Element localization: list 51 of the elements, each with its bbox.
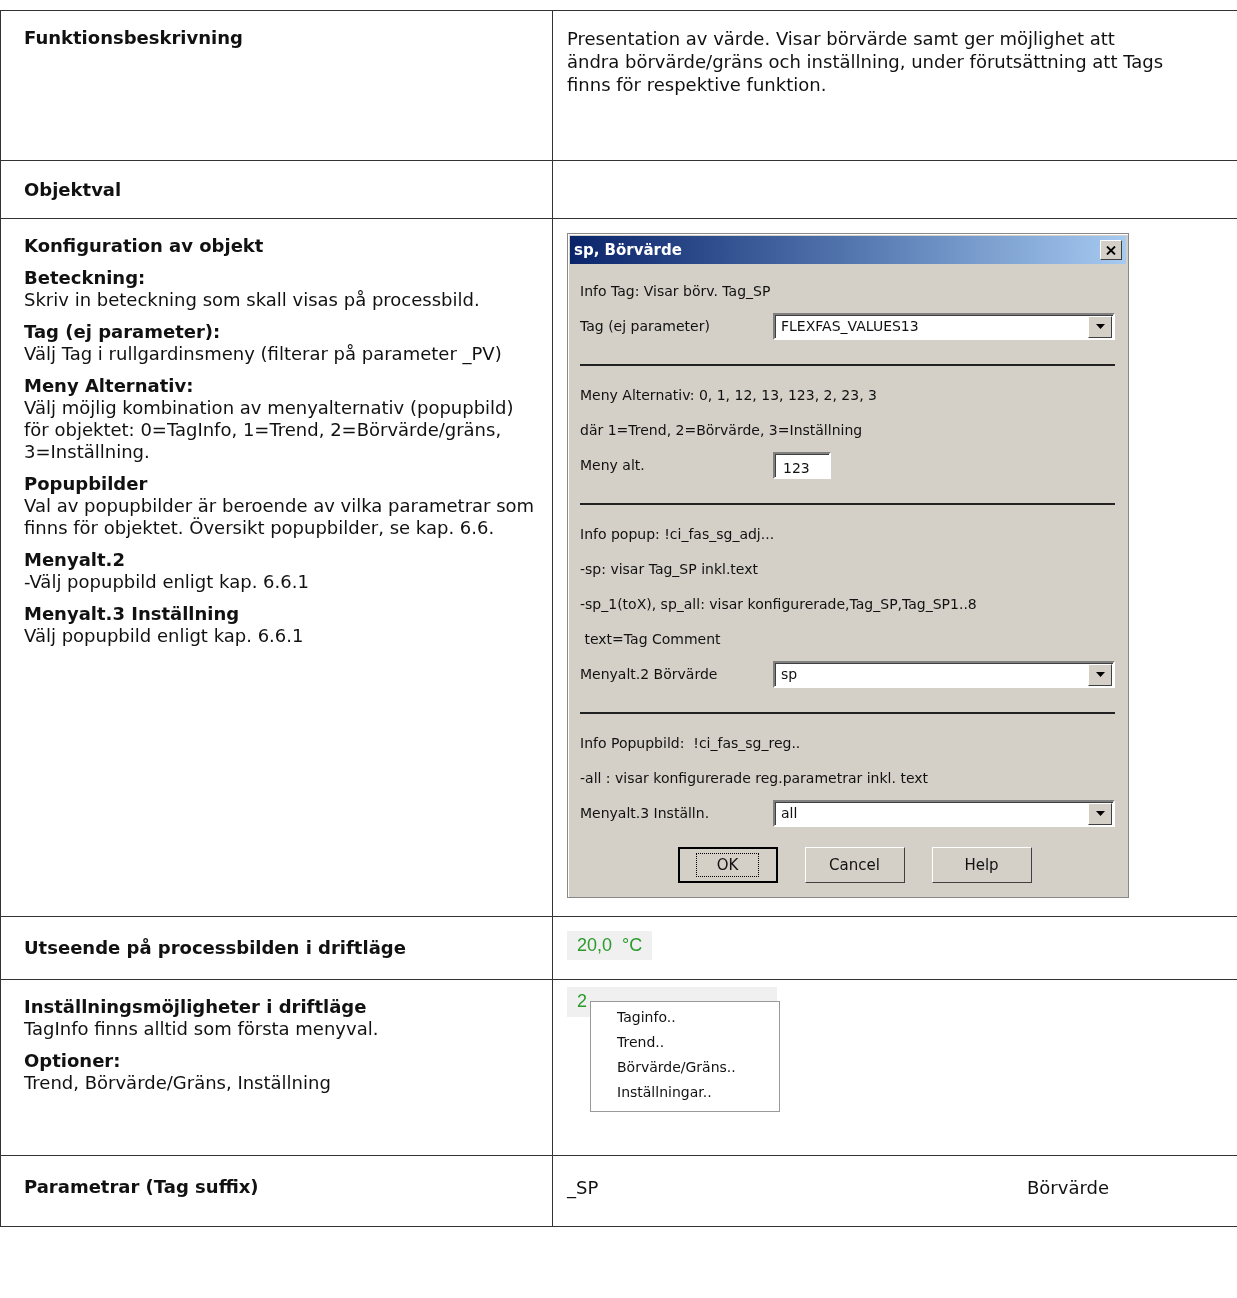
section-text: Välj Tag i rullgardinsmeny (filterar på parameter _PV) bbox=[24, 343, 503, 365]
info-text: Meny Alternativ: 0, 1, 12, 13, 123, 2, 23, 3 bbox=[580, 386, 878, 404]
section-title: Popupbilder bbox=[24, 473, 149, 495]
dialog-button[interactable]: Cancel bbox=[804, 847, 905, 883]
field-label: Menyalt.2 Börvärde bbox=[580, 665, 719, 684]
dialog-title: sp, Börvärde bbox=[574, 239, 682, 261]
input-field[interactable]: 123 bbox=[773, 452, 831, 479]
row-heading: Konfiguration av objekt bbox=[24, 235, 265, 257]
section-text: Välj möjlig kombination av menyalternativ (popupbild) för objektet: 0=TagInfo, 1=Trend, 2=Börvärde/gräns, 3=Inställning. bbox=[24, 397, 515, 463]
info-text: Info Tag: Visar börv. Tag_SP bbox=[580, 282, 772, 300]
description-text: Presentation av värde. Visar börvärde samt ger möjlighet att ändra börvärde/gräns och inställning, under förutsättning att Tags finns för respektive funktion. bbox=[567, 27, 1164, 96]
section-title: Meny Alternativ: bbox=[24, 375, 195, 397]
close-button[interactable] bbox=[1100, 240, 1122, 260]
section-title: Beteckning: bbox=[24, 267, 147, 289]
menu-item[interactable]: Trend.. bbox=[591, 1030, 779, 1055]
section-text: Skriv in beteckning som skall visas på processbild. bbox=[24, 289, 481, 311]
section-title: Menyalt.3 Inställning bbox=[24, 603, 241, 625]
row-heading: Inställningsmöjligheter i driftläge bbox=[24, 996, 368, 1018]
info-text: -sp_1(toX), sp_all: visar konfigurerade,Tag_SP,Tag_SP1..8 bbox=[580, 595, 978, 613]
section-text: Trend, Börvärde/Gräns, Inställning bbox=[24, 1072, 332, 1094]
value-display: 20,0 °C bbox=[567, 931, 653, 960]
dialog-button[interactable]: Help bbox=[931, 847, 1032, 883]
info-text: Info Popupbild: !ci_fas_sg_reg.. bbox=[580, 734, 802, 752]
field-label: Tag (ej parameter) bbox=[580, 317, 711, 336]
row-heading: Parametrar (Tag suffix) bbox=[24, 1176, 260, 1198]
info-text: där 1=Trend, 2=Börvärde, 3=Inställning bbox=[580, 421, 864, 439]
dropdown-field[interactable]: FLEXFAS_VALUES13 bbox=[773, 313, 1115, 340]
parameter-suffix: _SP bbox=[567, 1176, 600, 1199]
section-title: Optioner: bbox=[24, 1050, 122, 1072]
menu-item[interactable]: Inställningar.. bbox=[591, 1080, 779, 1105]
dropdown-field[interactable]: sp bbox=[773, 661, 1115, 688]
section-title: Menyalt.2 bbox=[24, 549, 126, 571]
field-label: Meny alt. bbox=[580, 456, 646, 475]
section-text: -Välj popupbild enligt kap. 6.6.1 bbox=[24, 571, 310, 593]
dialog-button[interactable]: OK bbox=[677, 847, 778, 883]
field-label: Menyalt.3 Inställn. bbox=[580, 804, 711, 823]
row-note: TagInfo finns alltid som första menyval. bbox=[24, 1018, 380, 1040]
close-icon bbox=[1106, 245, 1116, 255]
row-heading: Objektval bbox=[24, 179, 123, 201]
parameter-description: Börvärde bbox=[1027, 1176, 1110, 1199]
info-text: Info popup: !ci_fas_sg_adj... bbox=[580, 525, 776, 543]
section-text: Val av popupbilder är beroende av vilka parametrar som finns för objektet. Översikt popupbilder, se kap. 6.6. bbox=[24, 495, 536, 539]
row-heading: Utseende på processbilden i driftläge bbox=[24, 937, 407, 959]
section-title: Tag (ej parameter): bbox=[24, 321, 222, 343]
info-text: -all : visar konfigurerade reg.parametrar inkl. text bbox=[580, 769, 930, 787]
menu-item[interactable]: Börvärde/Gräns.. bbox=[591, 1055, 779, 1080]
dropdown-field[interactable]: all bbox=[773, 800, 1115, 827]
info-text: text=Tag Comment bbox=[583, 630, 722, 648]
section-text: Välj popupbild enligt kap. 6.6.1 bbox=[24, 625, 305, 647]
row-heading: Funktionsbeskrivning bbox=[24, 27, 244, 49]
info-text: -sp: visar Tag_SP inkl.text bbox=[580, 560, 759, 578]
